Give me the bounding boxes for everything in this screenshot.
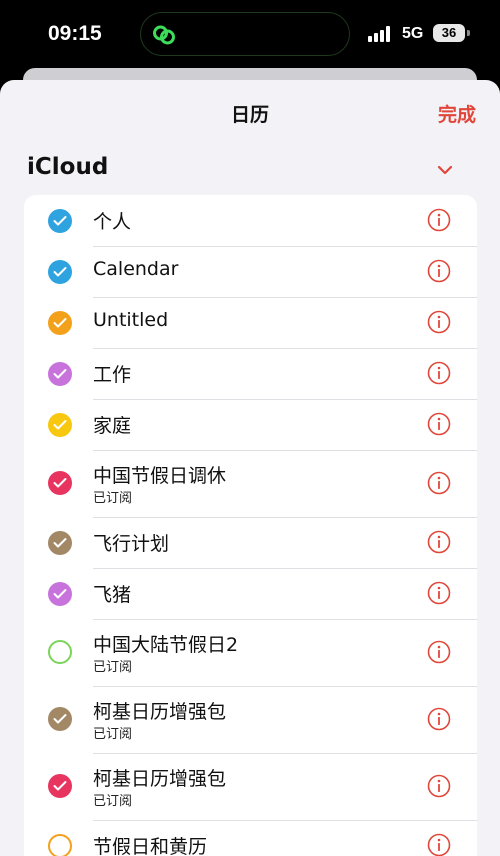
info-icon[interactable] — [427, 259, 451, 283]
calendar-name: 中国节假日调休 — [93, 465, 227, 487]
calendar-row[interactable]: 节假日和黄历 — [24, 820, 477, 856]
info-icon[interactable] — [427, 833, 451, 856]
link-icon — [153, 25, 175, 45]
info-icon[interactable] — [427, 774, 451, 798]
info-icon[interactable] — [427, 471, 451, 495]
calendar-list: 个人 Calendar Untitled 工作 家庭 中国节假日调休 已订阅 飞行计划 飞猪 中国… — [24, 195, 477, 856]
calendar-row[interactable]: 个人 — [24, 195, 477, 246]
checkmark-circle-icon[interactable] — [48, 260, 72, 284]
calendar-name: 中国大陆节假日2 — [93, 634, 239, 656]
info-icon[interactable] — [427, 310, 451, 334]
info-icon[interactable] — [427, 530, 451, 554]
done-button[interactable]: 完成 — [438, 100, 476, 127]
info-icon[interactable] — [427, 581, 451, 605]
calendar-name: 柯基日历增强包 — [93, 701, 227, 723]
calendar-name: 飞猪 — [93, 584, 132, 606]
calendar-row[interactable]: 中国节假日调休已订阅 — [24, 450, 477, 517]
calendar-name: Untitled — [93, 309, 169, 331]
checkmark-circle-icon[interactable] — [48, 774, 72, 798]
checkmark-circle-icon[interactable] — [48, 582, 72, 606]
section-title-icloud: iCloud — [27, 154, 109, 180]
calendar-row[interactable]: 飞行计划 — [24, 517, 477, 568]
battery-cap — [467, 30, 470, 36]
checkmark-circle-icon[interactable] — [48, 209, 72, 233]
calendar-name: 工作 — [93, 364, 132, 386]
calendar-row[interactable]: 中国大陆节假日2 已订阅 — [24, 619, 477, 686]
calendar-row[interactable]: Calendar — [24, 246, 477, 297]
status-bar: 09:15 5G 36 — [0, 0, 500, 68]
calendar-subtitle: 已订阅 — [93, 794, 133, 809]
calendar-name: Calendar — [93, 258, 179, 280]
checkmark-circle-icon[interactable] — [48, 531, 72, 555]
calendar-name: 家庭 — [93, 415, 132, 437]
dynamic-island — [140, 12, 350, 56]
calendar-name: 柯基日历增强包 — [93, 768, 227, 790]
info-icon[interactable] — [427, 707, 451, 731]
calendar-name: 飞行计划 — [93, 533, 170, 555]
info-icon[interactable] — [427, 208, 451, 232]
chevron-down-icon[interactable] — [436, 164, 454, 176]
calendar-row[interactable]: 工作 — [24, 348, 477, 399]
info-icon[interactable] — [427, 412, 451, 436]
calendar-name: 个人 — [93, 211, 132, 233]
calendar-row[interactable]: 飞猪 — [24, 568, 477, 619]
checkmark-circle-icon[interactable] — [48, 311, 72, 335]
network-label: 5G — [402, 25, 424, 42]
calendars-sheet: 日历 完成 iCloud 个人 Calendar Untitled 工作家庭中国节假日… — [0, 80, 500, 856]
info-icon[interactable] — [427, 640, 451, 664]
page-title: 日历 — [230, 104, 269, 126]
calendar-row[interactable]: 家庭 — [24, 399, 477, 450]
calendar-subtitle: 已订阅 — [93, 660, 133, 675]
calendar-row[interactable]: 柯基日历增强包已订阅 — [24, 753, 477, 820]
calendar-row[interactable]: Untitled — [24, 297, 477, 348]
empty-circle-icon[interactable] — [48, 640, 72, 664]
checkmark-circle-icon[interactable] — [48, 362, 72, 386]
signal-icon — [368, 26, 390, 42]
status-time: 09:15 — [48, 22, 102, 45]
info-icon[interactable] — [427, 361, 451, 385]
empty-circle-icon[interactable] — [48, 834, 72, 856]
checkmark-circle-icon[interactable] — [48, 707, 72, 731]
battery-icon: 36 — [433, 24, 465, 42]
calendar-row[interactable]: 柯基日历增强包已订阅 — [24, 686, 477, 753]
calendar-subtitle: 已订阅 — [93, 727, 133, 742]
calendar-name: 节假日和黄历 — [93, 836, 208, 856]
calendar-subtitle: 已订阅 — [93, 491, 133, 506]
checkmark-circle-icon[interactable] — [48, 471, 72, 495]
checkmark-circle-icon[interactable] — [48, 413, 72, 437]
